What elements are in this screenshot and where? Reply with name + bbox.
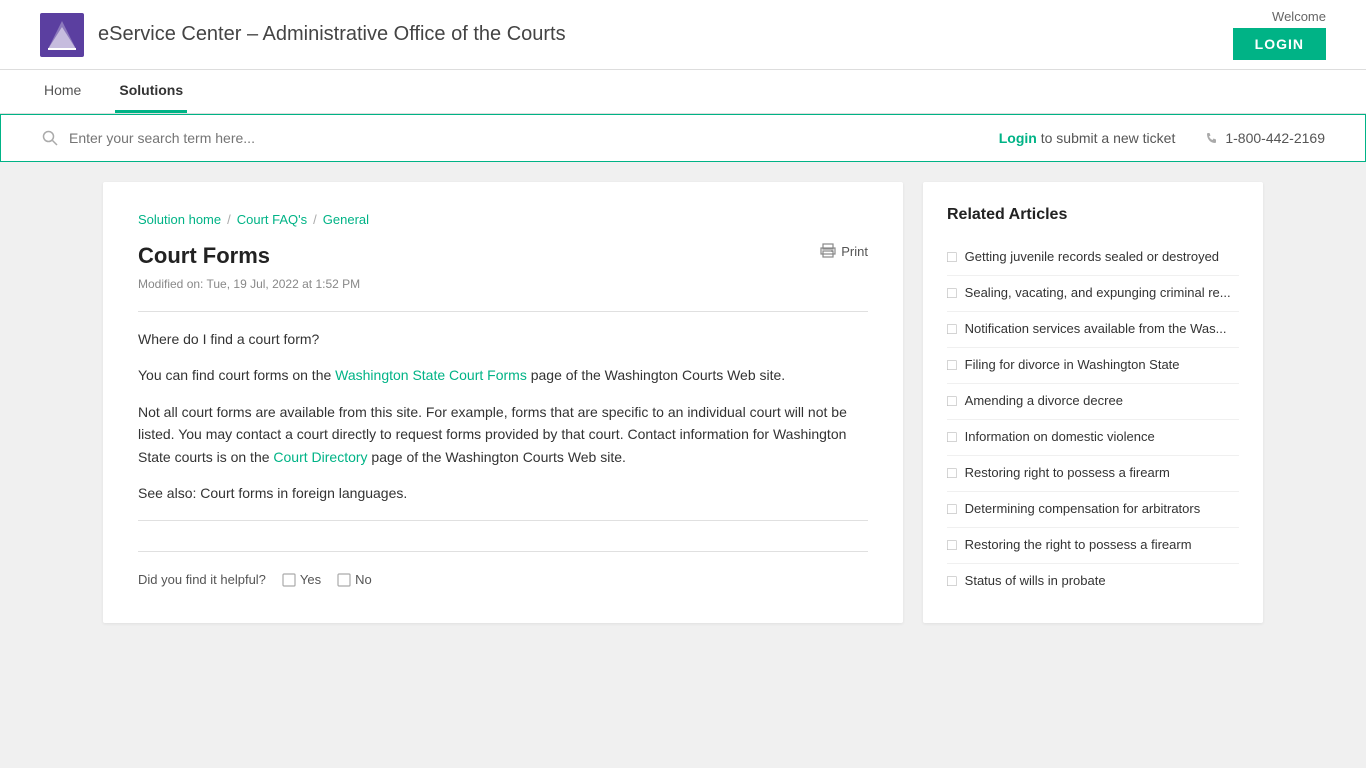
ticket-text-label: to submit a new ticket — [1041, 130, 1176, 146]
yes-button[interactable]: Yes — [282, 572, 321, 587]
see-also-text: See also: Court forms in foreign languag… — [138, 482, 868, 504]
nav-solutions[interactable]: Solutions — [115, 70, 187, 113]
print-label: Print — [841, 244, 868, 259]
related-link-3[interactable]: Filing for divorce in Washington State — [965, 356, 1180, 374]
related-list-item[interactable]: □ Getting juvenile records sealed or des… — [947, 240, 1239, 276]
search-icon — [41, 129, 59, 147]
search-bar: Login to submit a new ticket 1-800-442-2… — [0, 114, 1366, 162]
related-bullet-icon: □ — [947, 429, 957, 447]
related-bullet-icon: □ — [947, 465, 957, 483]
related-bullet-icon: □ — [947, 285, 957, 303]
phone-number: 1-800-442-2169 — [1225, 130, 1325, 146]
breadcrumb: Solution home / Court FAQ's / General — [138, 212, 868, 227]
search-right: Login to submit a new ticket 1-800-442-2… — [999, 130, 1325, 146]
related-link-6[interactable]: Restoring right to possess a firearm — [965, 464, 1170, 482]
related-list-item[interactable]: □ Information on domestic violence — [947, 420, 1239, 456]
logo-icon — [40, 13, 84, 57]
search-input[interactable] — [69, 130, 469, 146]
breadcrumb-sep-2: / — [313, 212, 317, 227]
related-list-item[interactable]: □ Amending a divorce decree — [947, 384, 1239, 420]
nav-home[interactable]: Home — [40, 70, 85, 113]
article-body: Where do I find a court form? You can fi… — [138, 328, 868, 504]
related-list-item[interactable]: □ Determining compensation for arbitrato… — [947, 492, 1239, 528]
main-content: Solution home / Court FAQ's / General Co… — [83, 182, 1283, 623]
yes-icon — [282, 573, 296, 587]
related-link-9[interactable]: Status of wills in probate — [965, 572, 1106, 590]
breadcrumb-court-faqs[interactable]: Court FAQ's — [237, 212, 307, 227]
body-paragraph-1: You can find court forms on the Washingt… — [138, 364, 868, 386]
related-list: □ Getting juvenile records sealed or des… — [947, 240, 1239, 599]
related-bullet-icon: □ — [947, 357, 957, 375]
search-left — [41, 129, 999, 147]
related-link-4[interactable]: Amending a divorce decree — [965, 392, 1123, 410]
modified-date: Modified on: Tue, 19 Jul, 2022 at 1:52 P… — [138, 277, 868, 291]
related-list-item[interactable]: □ Restoring the right to possess a firea… — [947, 528, 1239, 564]
related-title: Related Articles — [947, 206, 1239, 224]
divider-bottom — [138, 520, 868, 521]
welcome-text: Welcome — [1272, 9, 1326, 24]
related-link-2[interactable]: Notification services available from the… — [965, 320, 1227, 338]
related-link-8[interactable]: Restoring the right to possess a firearm — [965, 536, 1192, 554]
question-text: Where do I find a court form? — [138, 328, 868, 350]
main-nav: Home Solutions — [0, 70, 1366, 114]
no-icon — [337, 573, 351, 587]
article-title: Court Forms — [138, 243, 270, 269]
header: eService Center – Administrative Office … — [0, 0, 1366, 70]
article-header: Court Forms Print — [138, 243, 868, 269]
related-list-item[interactable]: □ Status of wills in probate — [947, 564, 1239, 599]
related-link-7[interactable]: Determining compensation for arbitrators — [965, 500, 1201, 518]
helpful-label: Did you find it helpful? — [138, 572, 266, 587]
court-dir-link[interactable]: Court Directory — [273, 449, 367, 465]
related-link-0[interactable]: Getting juvenile records sealed or destr… — [965, 248, 1219, 266]
breadcrumb-solution-home[interactable]: Solution home — [138, 212, 221, 227]
related-bullet-icon: □ — [947, 573, 957, 591]
breadcrumb-sep-1: / — [227, 212, 231, 227]
site-title: eService Center – Administrative Office … — [98, 23, 566, 46]
related-link-1[interactable]: Sealing, vacating, and expunging crimina… — [965, 284, 1231, 302]
header-left: eService Center – Administrative Office … — [40, 13, 566, 57]
related-bullet-icon: □ — [947, 537, 957, 555]
related-list-item[interactable]: □ Restoring right to possess a firearm — [947, 456, 1239, 492]
related-list-item[interactable]: □ Notification services available from t… — [947, 312, 1239, 348]
related-list-item[interactable]: □ Sealing, vacating, and expunging crimi… — [947, 276, 1239, 312]
ticket-info: Login to submit a new ticket — [999, 130, 1176, 146]
divider-top — [138, 311, 868, 312]
print-icon — [820, 243, 836, 259]
login-link[interactable]: Login — [999, 130, 1037, 146]
print-button[interactable]: Print — [820, 243, 868, 259]
related-bullet-icon: □ — [947, 501, 957, 519]
breadcrumb-general[interactable]: General — [323, 212, 369, 227]
login-button[interactable]: LOGIN — [1233, 28, 1326, 60]
no-button[interactable]: No — [337, 572, 372, 587]
helpful-section: Did you find it helpful? Yes No — [138, 551, 868, 587]
related-panel: Related Articles □ Getting juvenile reco… — [923, 182, 1263, 623]
related-bullet-icon: □ — [947, 321, 957, 339]
related-link-5[interactable]: Information on domestic violence — [965, 428, 1155, 446]
article-panel: Solution home / Court FAQ's / General Co… — [103, 182, 903, 623]
related-bullet-icon: □ — [947, 393, 957, 411]
body-paragraph-2: Not all court forms are available from t… — [138, 401, 868, 468]
related-bullet-icon: □ — [947, 249, 957, 267]
related-list-item[interactable]: □ Filing for divorce in Washington State — [947, 348, 1239, 384]
header-right: Welcome LOGIN — [1233, 9, 1326, 60]
wsf-link[interactable]: Washington State Court Forms — [335, 367, 527, 383]
phone-wrap: 1-800-442-2169 — [1205, 130, 1325, 146]
phone-icon — [1205, 131, 1219, 145]
